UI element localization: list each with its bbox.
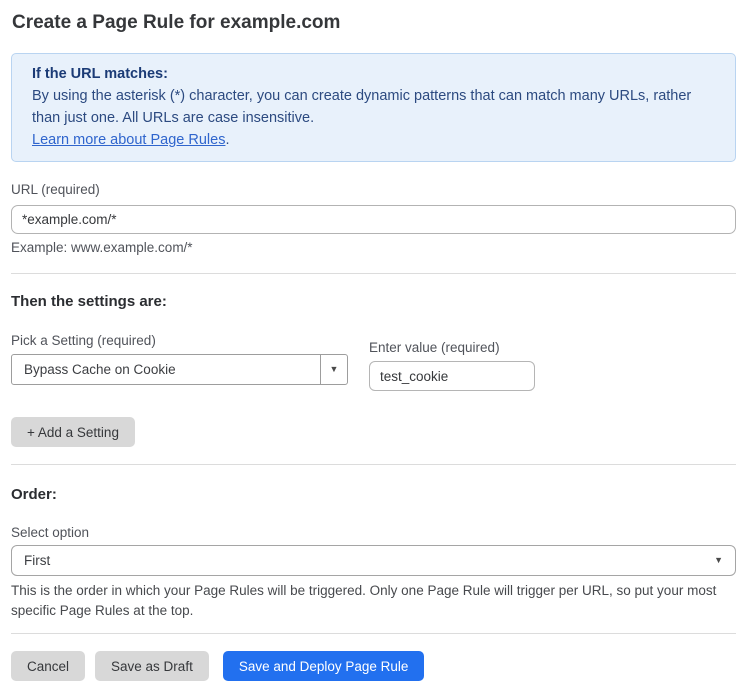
info-box-link-line: Learn more about Page Rules.: [32, 129, 715, 151]
setting-label: Pick a Setting (required): [11, 333, 348, 349]
create-page-rule-form: Create a Page Rule for example.com If th…: [0, 0, 750, 695]
setting-select-arrow-button[interactable]: ▼: [320, 355, 347, 384]
add-setting-button[interactable]: + Add a Setting: [11, 417, 135, 447]
url-input[interactable]: [11, 205, 736, 234]
url-example-helper: Example: www.example.com/*: [11, 240, 736, 256]
footer-button-row: Cancel Save as Draft Save and Deploy Pag…: [11, 651, 736, 681]
order-section-heading: Order:: [11, 486, 736, 503]
chevron-down-icon: ▼: [330, 365, 339, 374]
setting-picker-column: Pick a Setting (required) Bypass Cache o…: [11, 333, 348, 391]
order-helper-text: This is the order in which your Page Rul…: [11, 581, 731, 621]
link-period: .: [225, 132, 229, 148]
order-select-value: First: [24, 553, 714, 568]
order-select-label: Select option: [11, 525, 736, 541]
section-divider: [11, 273, 736, 274]
cancel-button[interactable]: Cancel: [11, 651, 85, 681]
save-as-draft-button[interactable]: Save as Draft: [95, 651, 209, 681]
setting-value-column: Enter value (required): [369, 333, 535, 391]
setting-value-input[interactable]: [369, 361, 535, 391]
page-title: Create a Page Rule for example.com: [12, 12, 736, 34]
url-label: URL (required): [11, 182, 736, 198]
save-and-deploy-button[interactable]: Save and Deploy Page Rule: [223, 651, 425, 681]
order-select[interactable]: First ▼: [11, 545, 736, 576]
setting-select[interactable]: Bypass Cache on Cookie ▼: [11, 354, 348, 385]
learn-more-link[interactable]: Learn more about Page Rules: [32, 132, 225, 148]
url-match-info-box: If the URL matches: By using the asteris…: [11, 53, 736, 162]
info-box-body: By using the asterisk (*) character, you…: [32, 85, 715, 129]
section-divider: [11, 464, 736, 465]
settings-section-heading: Then the settings are:: [11, 293, 736, 310]
info-box-heading: If the URL matches:: [32, 63, 715, 85]
section-divider: [11, 633, 736, 634]
setting-value-label: Enter value (required): [369, 340, 535, 356]
settings-row: Pick a Setting (required) Bypass Cache o…: [11, 333, 736, 391]
setting-select-value: Bypass Cache on Cookie: [12, 355, 320, 384]
chevron-down-icon: ▼: [714, 556, 723, 565]
